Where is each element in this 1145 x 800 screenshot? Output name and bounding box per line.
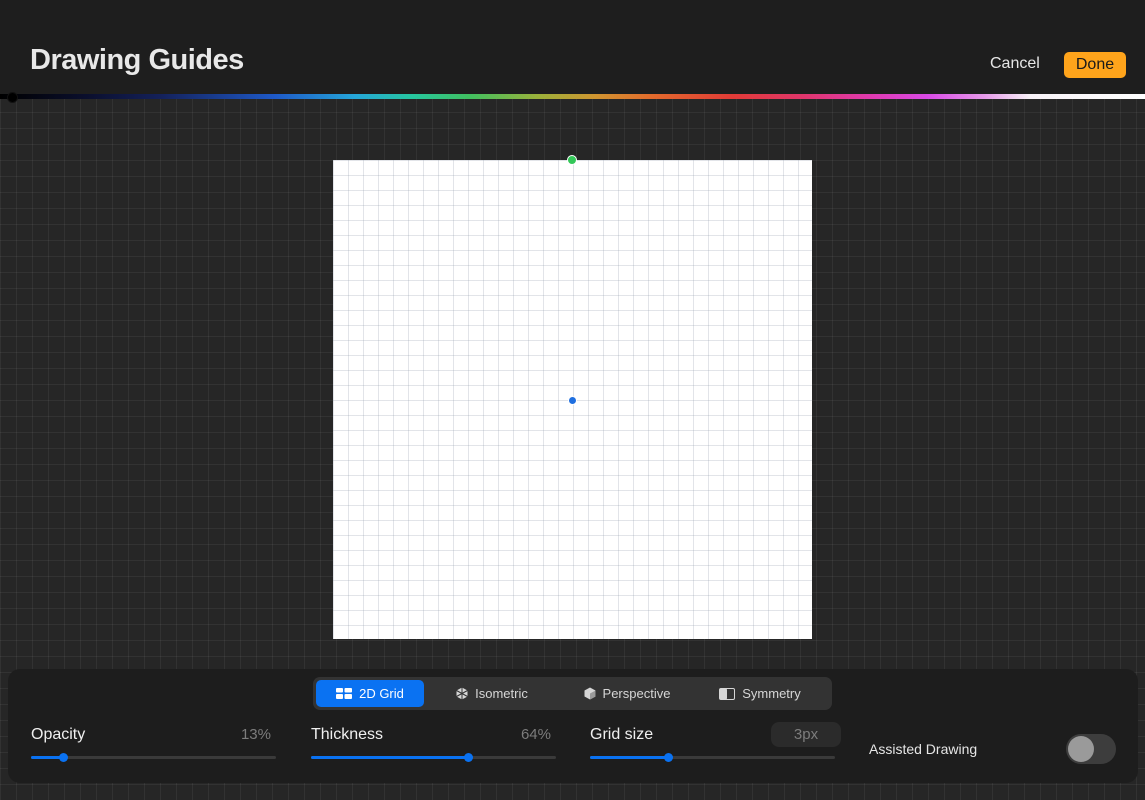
toggle-knob [1068, 736, 1094, 762]
top-bar: Drawing Guides Cancel Done [0, 0, 1145, 94]
thickness-slider[interactable] [311, 753, 556, 762]
guide-type-selector: 2D Grid Isometric Perspective Symmetry [313, 677, 832, 710]
tab-label: 2D Grid [359, 686, 404, 701]
guide-color-slider[interactable] [0, 94, 1145, 99]
tab-label: Perspective [602, 686, 671, 701]
opacity-value: 13% [240, 726, 271, 743]
perspective-icon [584, 687, 596, 700]
opacity-label: Opacity [31, 726, 86, 743]
symmetry-icon [719, 687, 736, 700]
tab-symmetry[interactable]: Symmetry [694, 680, 826, 707]
grid-size-slider-fill [590, 756, 669, 759]
opacity-slider-knob[interactable] [58, 753, 68, 762]
cancel-button[interactable]: Cancel [990, 55, 1040, 73]
grid-rotate-handle[interactable] [567, 155, 577, 165]
grid-size-label: Grid size [590, 726, 654, 743]
thickness-slider-knob[interactable] [463, 753, 473, 762]
thickness-label: Thickness [311, 726, 384, 743]
guide-color-handle[interactable] [7, 92, 18, 103]
grid-center-handle[interactable] [568, 396, 577, 405]
tab-label: Isometric [475, 686, 528, 701]
isometric-icon [456, 687, 468, 700]
thickness-value: 64% [520, 726, 551, 743]
tab-isometric[interactable]: Isometric [424, 680, 560, 707]
grid-size-slider[interactable] [590, 753, 835, 762]
tab-label: Symmetry [742, 686, 801, 701]
done-button[interactable]: Done [1064, 52, 1126, 78]
opacity-slider[interactable] [31, 753, 276, 762]
grid-size-value[interactable]: 3px [771, 722, 841, 747]
assisted-drawing-label: Assisted Drawing [869, 741, 978, 757]
page-title: Drawing Guides [30, 44, 244, 76]
assisted-drawing-toggle[interactable] [1066, 734, 1116, 764]
thickness-slider-fill [311, 756, 468, 759]
grid-icon [336, 688, 353, 699]
tab-perspective[interactable]: Perspective [560, 680, 694, 707]
tab-2d-grid[interactable]: 2D Grid [316, 680, 424, 707]
